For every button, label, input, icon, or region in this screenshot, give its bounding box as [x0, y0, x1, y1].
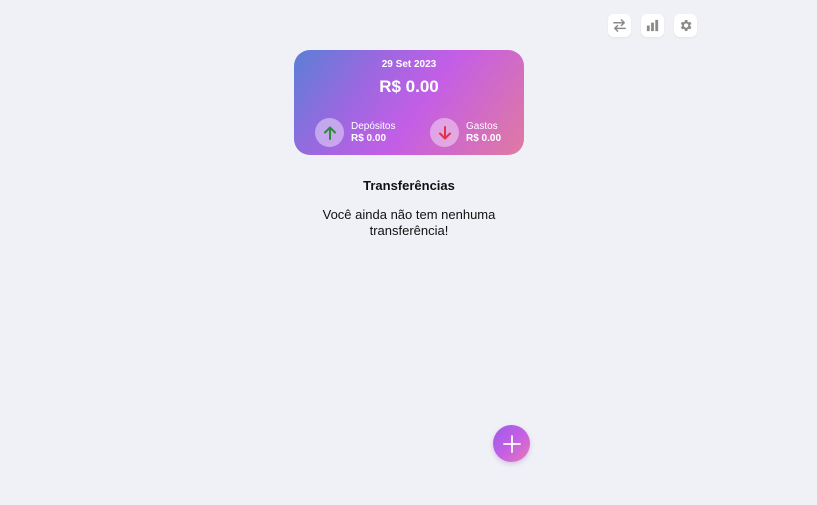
arrow-down-icon — [438, 125, 451, 139]
transfer-arrows-icon — [613, 19, 626, 32]
settings-button[interactable] — [674, 14, 697, 37]
card-date: 29 Set 2023 — [381, 59, 437, 70]
transfers-title: Transferências — [363, 178, 455, 193]
empty-transfers-message: Você ainda não tem nenhuma transferência… — [322, 207, 496, 238]
add-transfer-button[interactable] — [493, 425, 530, 462]
deposits-summary: Depósitos R$ 0.00 — [315, 118, 395, 147]
deposits-label: Depósitos — [351, 120, 396, 132]
transfers-button[interactable] — [608, 14, 631, 37]
expenses-icon-circle — [430, 118, 459, 147]
top-toolbar — [608, 14, 697, 37]
balance-card: 29 Set 2023 R$ 0.00 Depósitos R$ 0.00 Ga… — [294, 50, 524, 155]
arrow-up-icon — [323, 126, 336, 140]
plus-icon — [502, 434, 521, 453]
expenses-label: Gastos — [466, 120, 498, 132]
deposits-value: R$ 0.00 — [351, 132, 387, 144]
statistics-button[interactable] — [641, 14, 664, 37]
expenses-value: R$ 0.00 — [466, 132, 502, 144]
total-balance: R$ 0.00 — [379, 77, 439, 96]
bar-chart-icon — [646, 19, 659, 32]
deposits-icon-circle — [315, 118, 344, 147]
gear-icon — [680, 20, 692, 31]
expenses-summary: Gastos R$ 0.00 — [430, 118, 501, 147]
